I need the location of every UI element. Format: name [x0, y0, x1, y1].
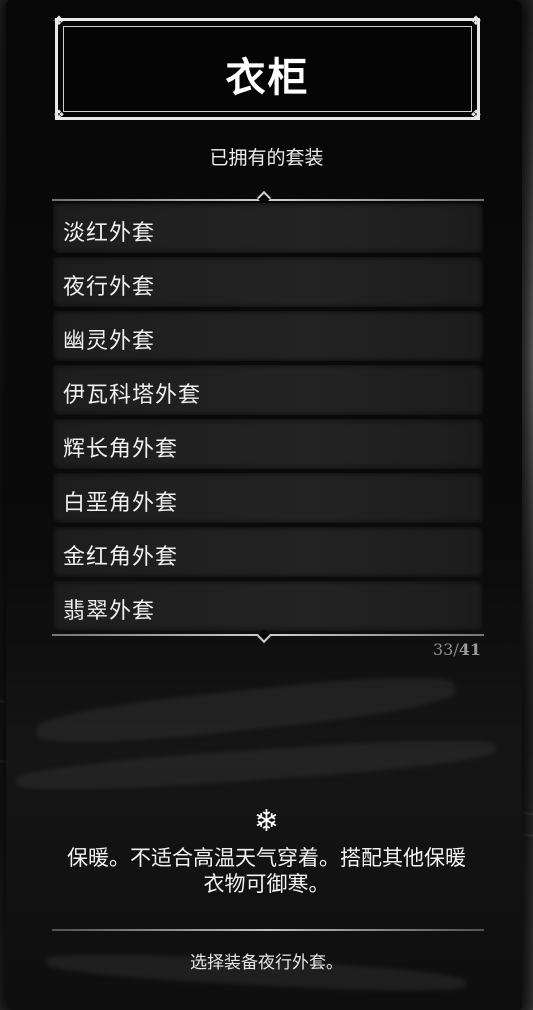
outfit-label: 翡翠外套	[63, 599, 156, 624]
list-item[interactable]: 淡红外套	[53, 203, 483, 253]
page-title: 衣柜	[225, 54, 310, 101]
list-item[interactable]: 伊瓦科塔外套	[53, 365, 483, 415]
outfit-list: 淡红外套 夜行外套 幽灵外套 伊瓦科塔外套 辉长角外套 白垩角外套 金红角外套 …	[53, 203, 483, 635]
list-item[interactable]: 白垩角外套	[53, 473, 483, 523]
ornament-corner-icon: ❖	[53, 14, 65, 29]
list-top-divider	[52, 190, 484, 206]
ornament-corner-icon: ❖	[470, 108, 482, 123]
item-description: 保暖。不适合高温天气穿着。搭配其他保暖衣物可御寒。	[67, 846, 466, 896]
page-current: 33	[432, 640, 454, 659]
page-total: 41	[458, 640, 481, 659]
outfit-label: 幽灵外套	[63, 329, 156, 354]
list-item[interactable]: 金红角外套	[53, 527, 483, 577]
ornament-corner-icon: ❖	[53, 108, 65, 123]
list-item[interactable]: 夜行外套	[53, 257, 483, 307]
outfit-label: 伊瓦科塔外套	[63, 383, 202, 408]
section-subtitle: 已拥有的套装	[209, 147, 324, 169]
ink-streak	[35, 668, 457, 752]
list-item[interactable]: 幽灵外套	[53, 311, 483, 361]
outfit-label: 白垩角外套	[63, 491, 179, 516]
list-bottom-divider	[52, 628, 484, 644]
list-item[interactable]: 翡翠外套	[53, 581, 483, 631]
footer-divider	[52, 929, 484, 931]
outfit-label: 辉长角外套	[63, 437, 179, 462]
outfit-label: 淡红外套	[63, 221, 156, 246]
outfit-label: 夜行外套	[63, 275, 156, 300]
snowflake-icon: ❄	[253, 804, 280, 839]
ornament-corner-icon: ❖	[470, 14, 482, 29]
title-frame: ❖ ❖ ❖ ❖ 衣柜	[53, 14, 482, 123]
page-counter: 33/41	[433, 640, 481, 659]
outfit-label: 金红角外套	[63, 545, 179, 570]
ink-streak	[15, 733, 497, 797]
list-item[interactable]: 辉长角外套	[53, 419, 483, 469]
action-hint: 选择装备夜行外套。	[190, 953, 343, 973]
